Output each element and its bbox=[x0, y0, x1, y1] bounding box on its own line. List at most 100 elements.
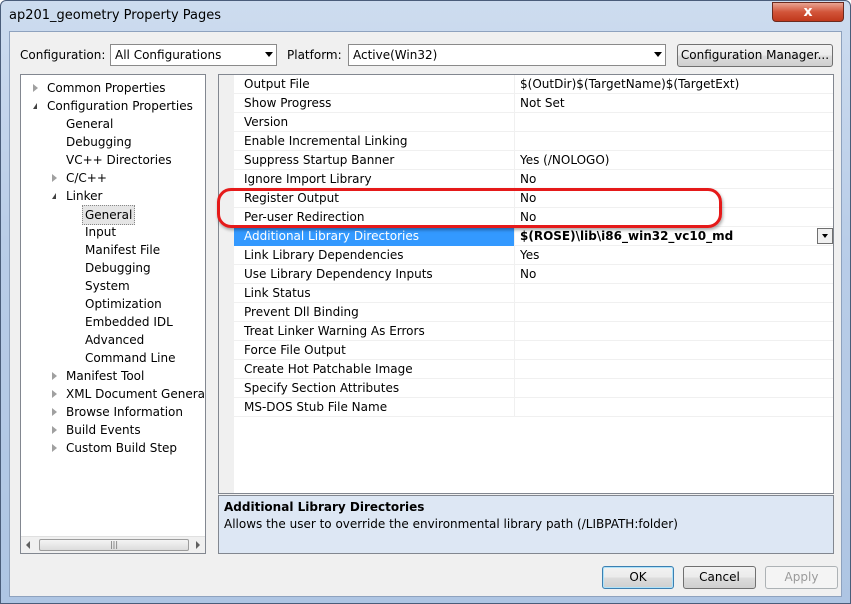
property-pages-window: ap201_geometry Property Pages x Configur… bbox=[0, 0, 851, 604]
tree-horizontal-scrollbar[interactable]: ||| bbox=[21, 536, 205, 553]
property-name: Use Library Dependency Inputs bbox=[234, 265, 515, 284]
scroll-thumb[interactable]: ||| bbox=[39, 539, 189, 551]
platform-value: Active(Win32) bbox=[353, 48, 438, 62]
tree-item-label: Debugging bbox=[66, 135, 132, 149]
property-row-use-library-dependency-inputs[interactable]: Use Library Dependency Inputs No bbox=[234, 265, 833, 284]
property-row-prevent-dll-binding[interactable]: Prevent Dll Binding bbox=[234, 303, 833, 322]
property-row-show-progress[interactable]: Show Progress Not Set bbox=[234, 94, 833, 113]
property-name: Link Status bbox=[234, 284, 515, 303]
property-value: Yes (/NOLOGO) bbox=[520, 153, 610, 167]
tree-item-label: Advanced bbox=[85, 333, 145, 347]
tree-item-label: Common Properties bbox=[47, 81, 166, 95]
property-name: Link Library Dependencies bbox=[234, 246, 515, 265]
configuration-value: All Configurations bbox=[115, 48, 222, 62]
property-name: Output File bbox=[234, 75, 515, 94]
property-value bbox=[516, 113, 833, 132]
tree-item-label: General bbox=[66, 117, 114, 131]
description-text: Allows the user to override the environm… bbox=[224, 517, 678, 531]
property-value bbox=[516, 341, 833, 360]
value-dropdown-icon[interactable] bbox=[817, 228, 833, 244]
tree-item-label: Manifest Tool bbox=[66, 369, 145, 383]
tree-item-label: Custom Build Step bbox=[66, 441, 178, 455]
scroll-right-arrow-icon[interactable] bbox=[196, 541, 200, 549]
close-button[interactable]: x bbox=[772, 2, 844, 22]
apply-button[interactable]: Apply bbox=[765, 566, 838, 589]
property-value bbox=[516, 284, 833, 303]
ok-button[interactable]: OK bbox=[602, 566, 674, 589]
tree-item-label: Optimization bbox=[85, 297, 162, 311]
property-row-additional-library-directories[interactable]: Additional Library Directories $(ROSE)\li… bbox=[234, 227, 833, 246]
collapsed-arrow-icon[interactable] bbox=[52, 390, 57, 398]
property-row-version[interactable]: Version bbox=[234, 113, 833, 132]
property-name: Ignore Import Library bbox=[234, 170, 515, 189]
cancel-button[interactable]: Cancel bbox=[683, 566, 756, 589]
tree-item-label: Browse Information bbox=[66, 405, 183, 419]
platform-label: Platform: bbox=[287, 48, 342, 62]
property-name: Force File Output bbox=[234, 341, 515, 360]
tree-item-label: C/C++ bbox=[66, 171, 107, 185]
property-row-link-library-dependencies[interactable]: Link Library Dependencies Yes bbox=[234, 246, 833, 265]
property-row-suppress-startup-banner[interactable]: Suppress Startup Banner Yes (/NOLOGO) bbox=[234, 151, 833, 170]
collapsed-arrow-icon[interactable] bbox=[52, 174, 57, 182]
property-name: Specify Section Attributes bbox=[234, 379, 515, 398]
configuration-manager-button[interactable]: Configuration Manager... bbox=[677, 44, 833, 67]
property-name: Enable Incremental Linking bbox=[234, 132, 515, 151]
tree-item-label: Command Line bbox=[85, 351, 176, 365]
tree-item-label: VC++ Directories bbox=[66, 153, 172, 167]
property-value: Not Set bbox=[520, 96, 565, 110]
expanded-arrow-icon[interactable] bbox=[52, 193, 56, 199]
property-name: Version bbox=[234, 113, 515, 132]
tree-item-label: Configuration Properties bbox=[47, 99, 193, 113]
platform-select[interactable]: Active(Win32) bbox=[348, 44, 666, 66]
property-value bbox=[516, 360, 833, 379]
property-value: Yes bbox=[520, 248, 540, 262]
property-value: No bbox=[520, 172, 537, 186]
description-title: Additional Library Directories bbox=[224, 500, 425, 514]
property-row-per-user-redirection[interactable]: Per-user Redirection No bbox=[234, 208, 833, 227]
collapsed-arrow-icon[interactable] bbox=[52, 426, 57, 434]
property-tree[interactable]: Common Properties Configuration Propertie… bbox=[20, 74, 206, 554]
configuration-label: Configuration: bbox=[20, 48, 106, 62]
description-panel: Additional Library Directories Allows th… bbox=[218, 495, 834, 554]
tree-item-label: Input bbox=[85, 225, 117, 239]
property-row-output-file[interactable]: Output File $(OutDir)$(TargetName)$(Targe… bbox=[234, 75, 833, 94]
property-value: No bbox=[520, 191, 537, 205]
chevron-down-icon bbox=[654, 52, 662, 57]
property-row-treat-linker-warning-as-errors[interactable]: Treat Linker Warning As Errors bbox=[234, 322, 833, 341]
property-row-ms-dos-stub-file-name[interactable]: MS-DOS Stub File Name bbox=[234, 398, 833, 417]
property-row-register-output[interactable]: Register Output No bbox=[234, 189, 833, 208]
property-row-create-hot-patchable-image[interactable]: Create Hot Patchable Image bbox=[234, 360, 833, 379]
property-row-enable-incremental-linking[interactable]: Enable Incremental Linking bbox=[234, 132, 833, 151]
property-value bbox=[516, 398, 833, 417]
tree-item-label: System bbox=[85, 279, 130, 293]
property-name: Register Output bbox=[234, 189, 515, 208]
property-row-specify-section-attributes[interactable]: Specify Section Attributes bbox=[234, 379, 833, 398]
tree-item-label: General bbox=[82, 205, 136, 225]
expanded-arrow-icon[interactable] bbox=[33, 103, 37, 109]
property-name: Per-user Redirection bbox=[234, 208, 515, 227]
collapsed-arrow-icon[interactable] bbox=[33, 84, 38, 92]
chevron-down-icon bbox=[265, 52, 273, 57]
property-value bbox=[516, 132, 833, 151]
property-value: No bbox=[520, 210, 537, 224]
close-icon: x bbox=[803, 4, 813, 20]
tree-item-label: Linker bbox=[66, 189, 103, 203]
property-value: $(OutDir)$(TargetName)$(TargetExt) bbox=[520, 77, 740, 91]
property-value bbox=[516, 322, 833, 341]
collapsed-arrow-icon[interactable] bbox=[52, 444, 57, 452]
property-grid[interactable]: Output File $(OutDir)$(TargetName)$(Targe… bbox=[218, 74, 834, 494]
collapsed-arrow-icon[interactable] bbox=[52, 408, 57, 416]
collapsed-arrow-icon[interactable] bbox=[52, 372, 57, 380]
property-value[interactable]: $(ROSE)\lib\i86_win32_vc10_md bbox=[516, 227, 833, 246]
property-row-link-status[interactable]: Link Status bbox=[234, 284, 833, 303]
configuration-select[interactable]: All Configurations bbox=[110, 44, 277, 66]
property-row-ignore-import-library[interactable]: Ignore Import Library No bbox=[234, 170, 833, 189]
title-bar[interactable]: ap201_geometry Property Pages x bbox=[1, 1, 850, 31]
scroll-left-arrow-icon[interactable] bbox=[26, 541, 30, 549]
property-value bbox=[516, 379, 833, 398]
grid-left-margin bbox=[219, 75, 234, 493]
property-name: Show Progress bbox=[234, 94, 515, 113]
property-row-force-file-output[interactable]: Force File Output bbox=[234, 341, 833, 360]
property-name: MS-DOS Stub File Name bbox=[234, 398, 515, 417]
tree-item-label: Manifest File bbox=[85, 243, 161, 257]
